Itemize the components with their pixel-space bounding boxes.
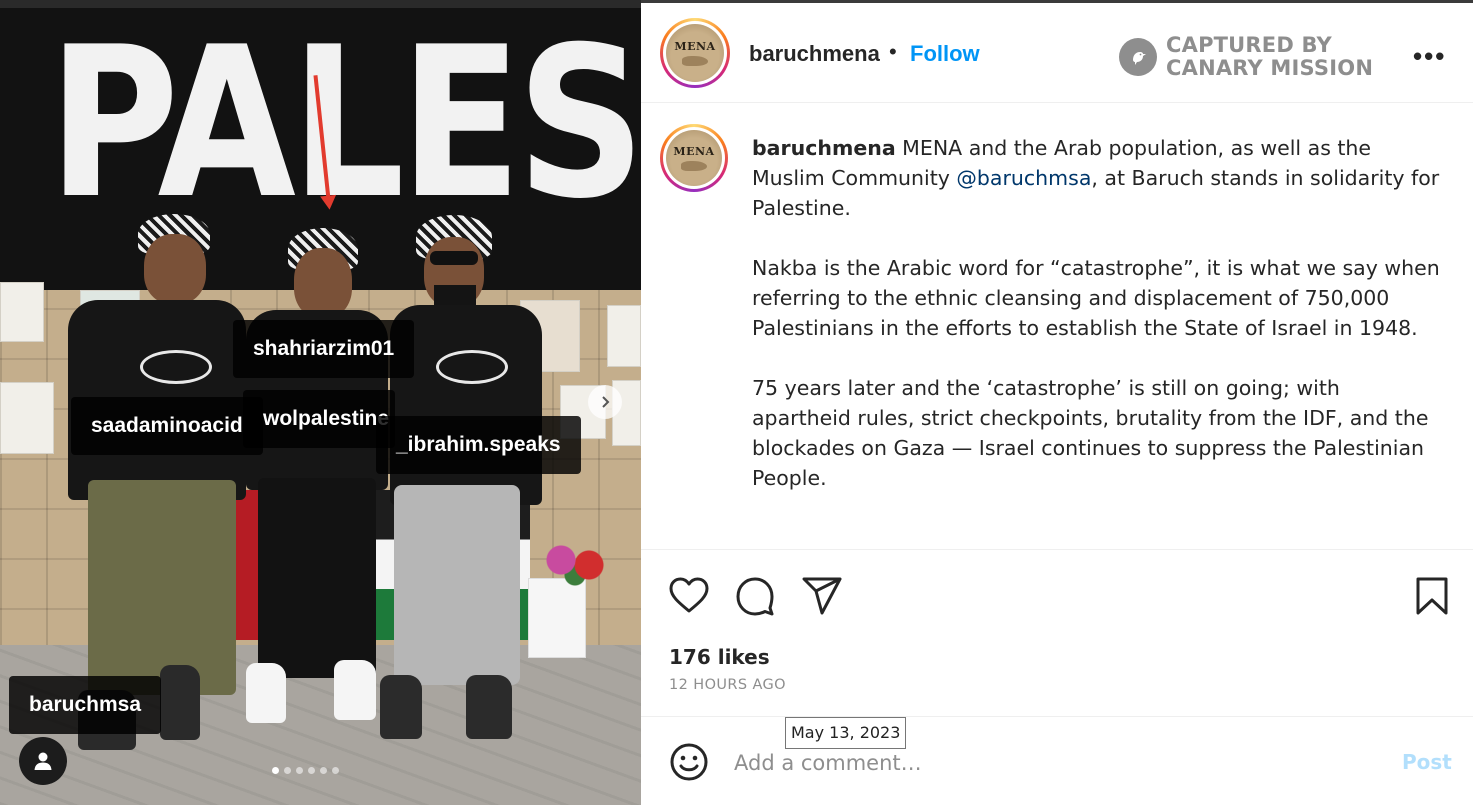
post-timestamp[interactable]: 12 HOURS AGO — [669, 677, 786, 693]
wall-poster — [0, 382, 54, 454]
banner-text: PALESTIN — [48, 3, 641, 245]
sneaker — [334, 660, 376, 720]
more-options-icon[interactable]: ••• — [1413, 41, 1446, 72]
watermark-line-2: CANARY MISSION — [1166, 56, 1374, 80]
post-header: MENA baruchmena • Follow CAPTURED BY CAN… — [641, 3, 1473, 103]
separator-dot: • — [889, 39, 897, 64]
post-actions: 176 likes 12 HOURS AGO — [641, 550, 1473, 710]
avatar-map-shape — [682, 56, 708, 66]
face — [294, 248, 352, 318]
user-icon — [34, 752, 52, 770]
flowers — [540, 540, 610, 590]
sweatpants — [394, 485, 520, 685]
user-tag-saadaminoacid[interactable]: saadaminoacid — [71, 397, 263, 455]
pants — [88, 480, 236, 695]
carousel-dot — [272, 767, 279, 774]
shirt-logo — [436, 350, 508, 384]
header-avatar[interactable]: MENA — [660, 18, 730, 88]
sunglasses — [430, 251, 478, 265]
follow-button[interactable]: Follow — [910, 41, 980, 67]
wall-poster — [607, 305, 641, 367]
carousel-dot — [284, 767, 291, 774]
mention-link[interactable]: @baruchmsa — [956, 166, 1091, 190]
user-tag-shahriarzim01[interactable]: shahriarzim01 — [233, 320, 415, 378]
comment-bar: Post May 13, 2023 — [641, 716, 1473, 805]
avatar-logo-text: MENA — [673, 145, 715, 158]
watermark-line-1: CAPTURED BY — [1166, 33, 1332, 57]
header-username[interactable]: baruchmena — [749, 41, 880, 67]
emoji-icon[interactable] — [668, 741, 710, 783]
comment-input[interactable] — [734, 745, 1374, 781]
pants — [258, 478, 376, 678]
carousel-indicator — [272, 767, 339, 774]
canary-mission-watermark: CAPTURED BY CANARY MISSION — [1119, 34, 1373, 80]
tagged-users-button[interactable] — [19, 737, 67, 785]
likes-count[interactable]: 176 likes — [669, 645, 770, 669]
face — [144, 234, 206, 304]
avatar-logo-text: MENA — [674, 40, 716, 53]
shirt-logo — [140, 350, 212, 384]
user-tag-baruchmsa[interactable]: baruchmsa — [9, 676, 162, 734]
chevron-right-icon — [602, 396, 610, 408]
avatar-map-shape — [681, 161, 707, 171]
carousel-dot — [308, 767, 315, 774]
person-right — [380, 215, 550, 745]
person-middle — [236, 228, 396, 728]
post-panel: MENA baruchmena • Follow CAPTURED BY CAN… — [641, 0, 1473, 805]
user-tag-wolpalestine[interactable]: wolpalestine — [243, 390, 395, 448]
canary-bird-icon — [1119, 38, 1157, 76]
carousel-dot — [320, 767, 327, 774]
caption-paragraph-1: baruchmena MENA and the Arab population,… — [752, 133, 1442, 223]
heart-icon[interactable] — [668, 575, 710, 617]
caption-username[interactable]: baruchmena — [752, 136, 896, 160]
caption-paragraph-2: Nakba is the Arabic word for “catastroph… — [752, 256, 1440, 340]
comment-icon[interactable] — [734, 575, 776, 617]
sneaker — [246, 663, 286, 723]
user-tag-ibrahim-speaks[interactable]: _ibrahim.speaks — [376, 416, 581, 474]
post-photo[interactable]: PALESTIN — [0, 0, 641, 805]
wall-poster — [0, 282, 44, 342]
caption-section: MENA baruchmena MENA and the Arab popula… — [641, 104, 1473, 550]
caption-paragraph-3: 75 years later and the ‘catastrophe’ is … — [752, 376, 1429, 490]
carousel-next-button[interactable] — [588, 385, 622, 419]
sneaker — [466, 675, 512, 739]
carousel-dot — [296, 767, 303, 774]
carousel-dot — [332, 767, 339, 774]
caption-avatar[interactable]: MENA — [660, 124, 728, 192]
date-tooltip: May 13, 2023 — [785, 717, 907, 749]
bookmark-icon[interactable] — [1411, 575, 1453, 617]
sneaker — [380, 675, 422, 739]
caption-text: baruchmena MENA and the Arab population,… — [752, 133, 1442, 523]
share-icon[interactable] — [801, 575, 843, 617]
post-comment-button[interactable]: Post — [1402, 750, 1452, 774]
sneaker — [160, 665, 200, 740]
